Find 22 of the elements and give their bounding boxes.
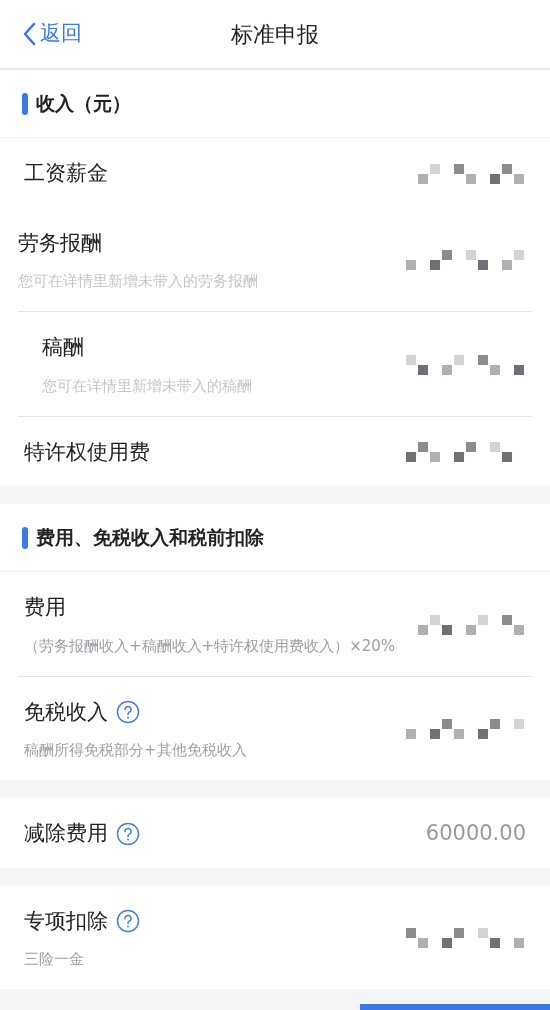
field-label: 费用 — [24, 594, 66, 621]
field-note: （劳务报酬收入+稿酬收入+特许权使用费收入）×20% — [24, 635, 396, 657]
field-label: 劳务报酬 — [18, 229, 102, 257]
amount-value: 60000.00 — [425, 820, 526, 847]
field-note: 稿酬所得免税部分+其他免税收入 — [24, 740, 247, 761]
field-label: 工资薪金 — [24, 160, 108, 187]
section-marker — [22, 92, 28, 115]
field-label: 特许权使用费 — [24, 438, 150, 466]
section-marker — [22, 526, 28, 549]
section-title: 费用、免税收入和税前扣除 — [36, 525, 264, 551]
section-title: 收入（元） — [36, 91, 131, 117]
field-label: 免税收入 — [24, 698, 108, 726]
help-icon[interactable] — [116, 821, 140, 846]
field-note: 三险一金 — [24, 949, 85, 970]
back-button[interactable]: 返回 — [22, 18, 82, 50]
help-icon[interactable] — [116, 909, 140, 934]
chevron-left-icon — [22, 22, 36, 46]
page-title: 标准申报 — [231, 20, 319, 49]
help-icon[interactable] — [116, 700, 140, 725]
field-label: 稿酬 — [42, 334, 84, 361]
field-label: 减除费用 — [24, 820, 108, 847]
field-label: 专项扣除 — [24, 907, 108, 935]
